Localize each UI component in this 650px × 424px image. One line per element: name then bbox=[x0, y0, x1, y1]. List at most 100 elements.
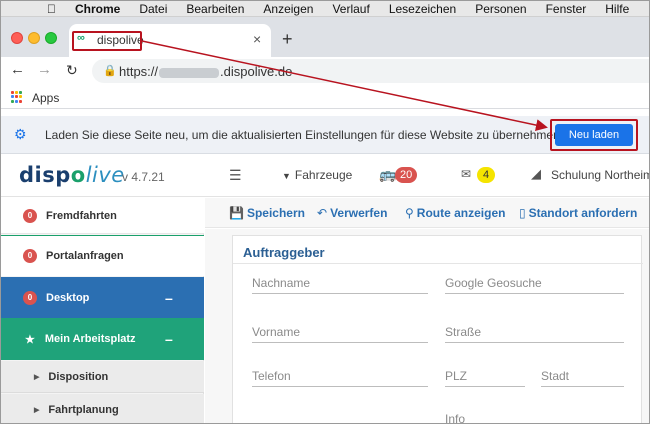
macos-menubar:  Chrome Datei Bearbeiten Anzeigen Verla… bbox=[1, 1, 649, 17]
sidebar-subitem-fahrtplanung[interactable]: ▶ Fahrtplanung bbox=[1, 394, 204, 423]
info-input[interactable] bbox=[445, 410, 624, 423]
collapse-minus-icon[interactable]: – bbox=[165, 331, 173, 347]
firstname-input[interactable] bbox=[252, 323, 428, 341]
menu-personen[interactable]: Personen bbox=[475, 2, 526, 16]
reload-page-button[interactable]: Neu laden bbox=[555, 124, 633, 146]
caret-down-icon: ▼ bbox=[282, 171, 291, 181]
window-zoom-button[interactable] bbox=[45, 32, 57, 44]
city-input[interactable] bbox=[541, 367, 624, 385]
sidebar-item-mein-arbeitsplatz[interactable]: ★ Mein Arbeitsplatz – bbox=[1, 318, 204, 360]
window-minimize-button[interactable] bbox=[28, 32, 40, 44]
request-location-button[interactable]: ▯ Standort anfordern bbox=[519, 206, 637, 220]
menu-verlauf[interactable]: Verlauf bbox=[332, 2, 369, 16]
mail-count-badge[interactable]: 4 bbox=[477, 167, 495, 183]
map-marker-icon: ⚲ bbox=[405, 206, 414, 220]
caret-right-icon: ▶ bbox=[34, 407, 40, 414]
forward-arrow-icon[interactable]: → bbox=[37, 61, 52, 78]
tab-close-icon[interactable]: × bbox=[253, 31, 261, 47]
back-arrow-icon[interactable]: ← bbox=[10, 61, 25, 78]
logo-live: live bbox=[85, 163, 125, 187]
street-field[interactable] bbox=[445, 323, 624, 343]
app-version: v 4.7.21 bbox=[122, 170, 165, 184]
url-redacted bbox=[159, 67, 220, 78]
menu-lesezeichen[interactable]: Lesezeichen bbox=[389, 2, 456, 16]
city-field[interactable] bbox=[541, 367, 624, 387]
bus-count-badge[interactable]: 20 bbox=[395, 167, 418, 183]
panel-title: Auftraggeber bbox=[243, 245, 325, 260]
zip-input[interactable] bbox=[445, 367, 525, 385]
save-button[interactable]: 💾 Speichern bbox=[229, 206, 305, 220]
caret-right-icon: ▶ bbox=[34, 373, 40, 381]
dispolive-logo[interactable]: dispolive bbox=[19, 163, 125, 187]
tab-highlight-annotation bbox=[72, 31, 142, 51]
area-chart-icon[interactable]: ◢ bbox=[531, 166, 541, 182]
phone-input[interactable] bbox=[252, 367, 428, 385]
show-route-button[interactable]: ⚲ Route anzeigen bbox=[405, 206, 505, 220]
sidebar-item-portalanfragen[interactable]: 0 Portalanfragen bbox=[1, 235, 204, 276]
collapse-minus-icon[interactable]: – bbox=[165, 290, 173, 306]
url-text: https:// .dispolive.de bbox=[119, 64, 292, 79]
school-label[interactable]: Schulung Northeim bbox=[551, 168, 649, 182]
route-label: Route anzeigen bbox=[416, 206, 506, 220]
screenshot-frame:  Chrome Datei Bearbeiten Anzeigen Verla… bbox=[0, 0, 650, 424]
bookmarks-bar: Apps bbox=[1, 85, 649, 109]
gear-icon: ⚙ bbox=[14, 126, 27, 142]
envelope-icon[interactable]: ✉ bbox=[461, 167, 471, 181]
panel-divider bbox=[233, 263, 643, 264]
sidebar-subitem-label: Fahrtplanung bbox=[48, 404, 119, 416]
window-close-button[interactable] bbox=[11, 32, 23, 44]
street-input[interactable] bbox=[445, 323, 624, 341]
save-label: Speichern bbox=[246, 206, 305, 220]
menu-anzeigen[interactable]: Anzeigen bbox=[263, 2, 313, 16]
lastname-field[interactable] bbox=[252, 274, 428, 294]
undo-icon: ↶ bbox=[317, 206, 328, 220]
discard-label: Verwerfen bbox=[330, 206, 388, 220]
menu-hilfe[interactable]: Hilfe bbox=[605, 2, 629, 16]
vehicles-label: Fahrzeuge bbox=[294, 168, 353, 182]
phone-field[interactable] bbox=[252, 367, 428, 387]
url-suffix: .dispolive.de bbox=[220, 64, 293, 79]
menu-fenster[interactable]: Fenster bbox=[546, 2, 587, 16]
apps-grid-icon[interactable] bbox=[11, 91, 23, 103]
main-content: Auftraggeber bbox=[205, 229, 649, 423]
sidebar-item-desktop[interactable]: 0 Desktop – bbox=[1, 277, 204, 318]
sidebar-item-label: Portalanfragen bbox=[46, 250, 124, 262]
sidebar-count-badge: 0 bbox=[23, 290, 37, 305]
location-label: Standort anfordern bbox=[528, 206, 638, 220]
omnibox[interactable]: 🔒 https:// .dispolive.de bbox=[92, 59, 649, 83]
vehicles-dropdown[interactable]: ▼ Fahrzeuge bbox=[282, 168, 352, 182]
infobar-message: Laden Sie diese Seite neu, um die aktual… bbox=[45, 128, 560, 142]
info-field[interactable] bbox=[445, 410, 624, 423]
lastname-input[interactable] bbox=[252, 274, 428, 292]
discard-button[interactable]: ↶ Verwerfen bbox=[317, 206, 387, 220]
action-toolbar: 💾 Speichern ↶ Verwerfen ⚲ Route anzeigen ▯ S… bbox=[205, 198, 649, 228]
sidebar-count-badge: 0 bbox=[23, 208, 37, 223]
geo-search-field[interactable] bbox=[445, 274, 624, 294]
bookmark-apps[interactable]: Apps bbox=[32, 91, 59, 105]
new-tab-button[interactable]: + bbox=[282, 29, 293, 50]
menu-datei[interactable]: Datei bbox=[139, 2, 167, 16]
apple-icon[interactable]:  bbox=[47, 2, 61, 16]
app-header: dispolive v 4.7.21 ☰ ▼ Fahrzeuge 🚌 20 ✉ 4… bbox=[1, 155, 649, 197]
sidebar-item-fremdfahrten[interactable]: 0 Fremdfahrten bbox=[1, 198, 204, 234]
sidebar: 0 Fremdfahrten 0 Portalanfragen 0 Deskto… bbox=[1, 198, 204, 423]
firstname-field[interactable] bbox=[252, 323, 428, 343]
logo-o: o bbox=[70, 163, 86, 187]
mobile-phone-icon: ▯ bbox=[519, 206, 526, 220]
sidebar-count-badge: 0 bbox=[23, 249, 37, 263]
reload-button-highlight-annotation: Neu laden bbox=[550, 119, 638, 151]
menu-chrome[interactable]: Chrome bbox=[75, 2, 120, 16]
lock-icon[interactable]: 🔒 bbox=[103, 64, 117, 77]
reload-infobar: ⚙ Laden Sie diese Seite neu, um die aktu… bbox=[1, 116, 649, 154]
hamburger-menu-icon[interactable]: ☰ bbox=[229, 167, 242, 184]
reload-icon[interactable]: ↻ bbox=[66, 62, 78, 79]
address-bar-row: ← → ↻ 🔒 https:// .dispolive.de bbox=[1, 57, 649, 85]
logo-dispo: disp bbox=[19, 163, 71, 187]
zip-field[interactable] bbox=[445, 367, 525, 387]
bus-icon[interactable]: 🚌 bbox=[379, 166, 396, 183]
floppy-disk-icon: 💾 bbox=[229, 206, 244, 220]
geo-search-input[interactable] bbox=[445, 274, 624, 292]
star-icon: ★ bbox=[25, 333, 35, 346]
sidebar-subitem-disposition[interactable]: ▶ Disposition bbox=[1, 361, 204, 393]
menu-bearbeiten[interactable]: Bearbeiten bbox=[186, 2, 244, 16]
